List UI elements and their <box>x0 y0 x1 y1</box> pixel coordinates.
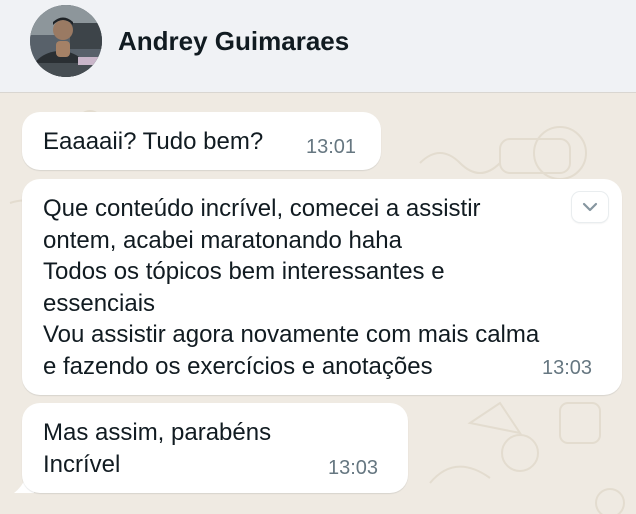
message-text: Que conteúdo incrível, comecei a assisti… <box>43 195 540 380</box>
message-text: Mas assim, parabéns Incrível <box>43 419 272 478</box>
message-menu-button[interactable] <box>572 192 608 222</box>
message-text: Eaaaaii? Tudo bem? <box>43 128 264 155</box>
message-bubble[interactable]: Eaaaaii? Tudo bem? 13:01 <box>22 112 381 170</box>
message-timestamp: 13:03 <box>328 457 379 479</box>
avatar-photo <box>30 5 102 77</box>
contact-name[interactable]: Andrey Guimaraes <box>118 26 349 57</box>
message-bubble[interactable]: Mas assim, parabéns Incrível 13:03 <box>22 403 408 493</box>
message-list[interactable]: Eaaaaii? Tudo bem? 13:01 Que conteúdo in… <box>0 93 636 514</box>
chevron-down-icon <box>582 202 598 212</box>
message-bubble[interactable]: Que conteúdo incrível, comecei a assisti… <box>22 179 622 395</box>
message-timestamp: 13:03 <box>542 357 593 379</box>
chat-window: Andrey Guimaraes Eaaaaii? Tudo bem? 13:0… <box>0 0 636 514</box>
message-timestamp: 13:01 <box>306 136 357 158</box>
chat-header[interactable]: Andrey Guimaraes <box>0 0 636 93</box>
avatar[interactable] <box>30 5 102 77</box>
